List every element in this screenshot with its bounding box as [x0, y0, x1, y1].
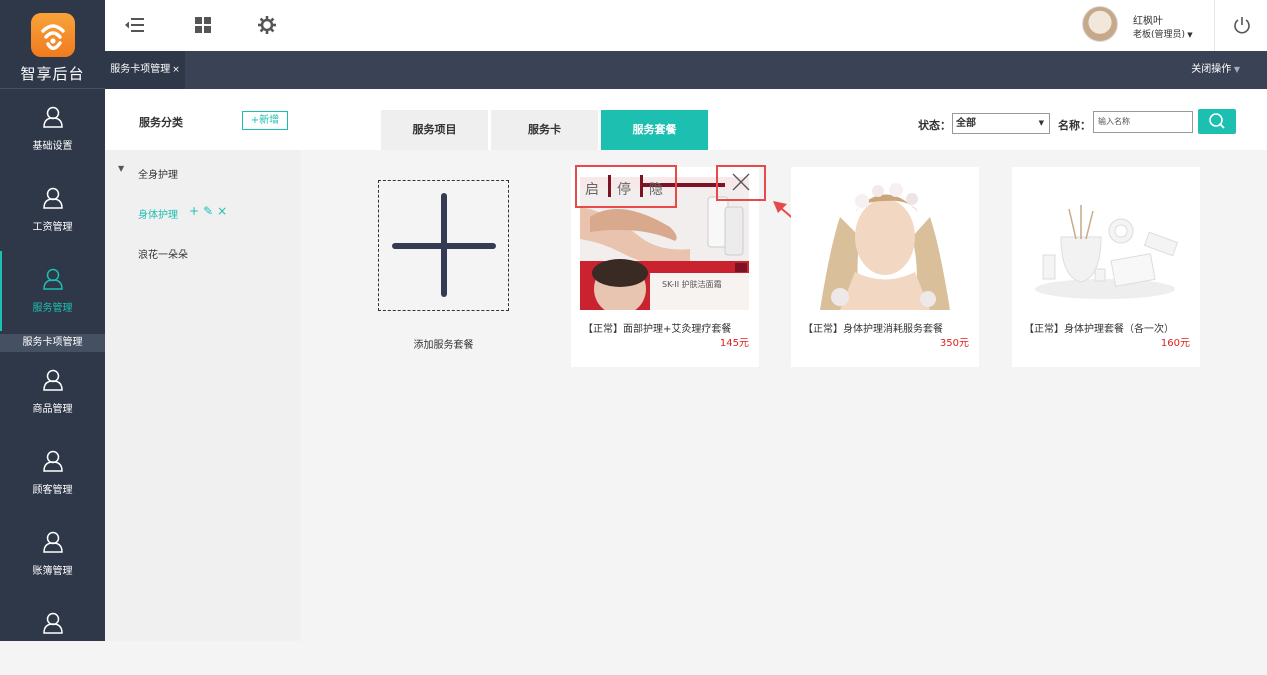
page-tab-label: 服务卡项管理 [110, 64, 171, 75]
stop-button[interactable]: 停 [617, 179, 631, 199]
content-header: 服务项目 服务卡 服务套餐 状态： 全部 ▼ 名称： 输入名称 [301, 89, 1267, 150]
close-icon[interactable]: × [172, 65, 180, 75]
package-image [800, 177, 969, 310]
sidebar-item-more[interactable] [0, 595, 105, 675]
add-category-button[interactable]: +新增 [242, 111, 288, 130]
package-image [1021, 177, 1190, 310]
category-label: 身体护理 [138, 210, 178, 221]
tab-service-cards[interactable]: 服务卡 [491, 110, 598, 150]
power-icon[interactable] [1232, 15, 1252, 35]
sidebar-item-salary[interactable]: 工资管理 [0, 170, 105, 250]
category-panel: 服务分类 +新增 ▼ 全身护理 身体护理 +✎× 浪花一朵朵 [105, 89, 301, 641]
user-icon [43, 268, 63, 290]
name-input[interactable]: 输入名称 [1093, 111, 1193, 133]
category-item[interactable]: ▼ 全身护理 [105, 164, 301, 184]
hide-button[interactable]: 隐 [649, 179, 663, 199]
category-label: 全身护理 [138, 170, 178, 181]
add-package-label: 添加服务套餐 [413, 340, 474, 351]
divider [640, 175, 643, 197]
category-actions: +✎× [189, 204, 231, 218]
category-title: 服务分类 [139, 116, 183, 129]
sidebar-item-products[interactable]: 商品管理 [0, 352, 105, 432]
page-tab-service-card[interactable]: 服务卡项管理 × [105, 51, 185, 89]
menu-collapse-icon[interactable] [123, 14, 145, 36]
search-button[interactable] [1198, 109, 1236, 134]
logo[interactable]: 智享后台 [0, 0, 105, 89]
category-label: 浪花一朵朵 [138, 250, 188, 261]
close-icon[interactable] [730, 171, 752, 193]
chevron-down-icon: ▼ [1231, 65, 1240, 74]
package-image-text: SK-II 护肤洁面霜 [662, 279, 722, 289]
user-name[interactable]: 红枫叶 [1133, 12, 1163, 27]
package-price: 145元 [719, 338, 749, 349]
status-value: 全部 [956, 118, 976, 129]
plus-icon[interactable]: + [189, 204, 203, 218]
delete-highlight [716, 165, 766, 201]
delete-icon[interactable]: × [217, 204, 231, 218]
top-bar: 红枫叶 老板(管理员) ▼ [105, 0, 1267, 51]
user-role-text: 老板(管理员) [1133, 30, 1186, 40]
package-grid: 添加服务套餐 SK-II 护肤洁面霜 【正常】面部护理+艾灸理疗套餐 145元 [301, 150, 1267, 641]
page-tab-strip: 服务卡项管理 × 关闭操作 ▼ [105, 51, 1267, 89]
sidebar-item-label: 工资管理 [32, 222, 73, 233]
sidebar-item-customers[interactable]: 顾客管理 [0, 433, 105, 513]
sidebar-item-basic-settings[interactable]: 基础设置 [0, 89, 105, 169]
user-icon [43, 531, 63, 553]
user-role-dropdown[interactable]: 老板(管理员) ▼ [1133, 27, 1193, 40]
package-card[interactable]: SK-II 护肤洁面霜 【正常】面部护理+艾灸理疗套餐 145元 启 停 隐 [571, 165, 818, 367]
enable-button[interactable]: 启 [585, 179, 599, 199]
sidebar-item-label: 顾客管理 [32, 485, 73, 496]
sidebar-item-label: 服务管理 [32, 303, 73, 314]
package-name: 【正常】身体护理消耗服务套餐 [803, 324, 943, 335]
grid-icon[interactable] [192, 14, 214, 36]
package-name: 【正常】面部护理+艾灸理疗套餐 [583, 324, 732, 335]
user-icon [43, 450, 63, 472]
package-name: 【正常】身体护理套餐（各一次） [1024, 324, 1174, 335]
add-package-card[interactable] [378, 180, 509, 311]
sidebar: 智享后台 基础设置 工资管理 服务管理 服务卡项管理 商品管理 顾客管理 账簿管… [0, 0, 105, 641]
category-header: 服务分类 +新增 [105, 89, 301, 150]
chevron-down-icon: ▼ [1038, 119, 1044, 127]
tab-service-packages[interactable]: 服务套餐 [601, 110, 708, 150]
sidebar-item-label: 基础设置 [32, 141, 73, 152]
divider [1214, 0, 1215, 51]
sidebar-item-ledger[interactable]: 账簿管理 [0, 514, 105, 594]
user-icon [43, 106, 63, 128]
logo-text: 智享后台 [20, 65, 85, 83]
package-controls-highlight: 启 停 隐 [575, 165, 677, 208]
package-card[interactable]: 【正常】身体护理消耗服务套餐 350元 [791, 167, 979, 367]
avatar[interactable] [1082, 6, 1118, 42]
chevron-down-icon: ▼ [1185, 31, 1193, 39]
user-icon [43, 187, 63, 209]
search-icon [1209, 113, 1225, 129]
category-item[interactable]: 浪花一朵朵 [105, 244, 301, 264]
close-operations-dropdown[interactable]: 关闭操作 ▼ [1191, 51, 1240, 89]
status-select[interactable]: 全部 ▼ [952, 113, 1050, 134]
settings-icon[interactable] [256, 14, 278, 36]
category-item[interactable]: 身体护理 +✎× [105, 204, 301, 224]
package-card[interactable]: 【正常】身体护理套餐（各一次） 160元 [1012, 167, 1200, 367]
user-icon [43, 369, 63, 391]
sidebar-item-service[interactable]: 服务管理 [0, 251, 105, 331]
sidebar-subitem-service-card[interactable]: 服务卡项管理 [0, 334, 105, 352]
wifi-logo-icon [31, 13, 75, 57]
edit-icon[interactable]: ✎ [203, 204, 217, 218]
sidebar-item-label: 商品管理 [32, 404, 73, 415]
tab-service-items[interactable]: 服务项目 [381, 110, 488, 150]
caret-down-icon[interactable]: ▼ [118, 164, 124, 173]
package-price: 160元 [1160, 338, 1190, 349]
divider [608, 175, 611, 197]
name-label: 名称： [1058, 119, 1091, 132]
status-label: 状态： [918, 119, 951, 132]
close-ops-label: 关闭操作 [1191, 64, 1232, 75]
package-price: 350元 [939, 338, 969, 349]
sidebar-item-label: 账簿管理 [32, 566, 73, 577]
user-icon [43, 612, 63, 634]
